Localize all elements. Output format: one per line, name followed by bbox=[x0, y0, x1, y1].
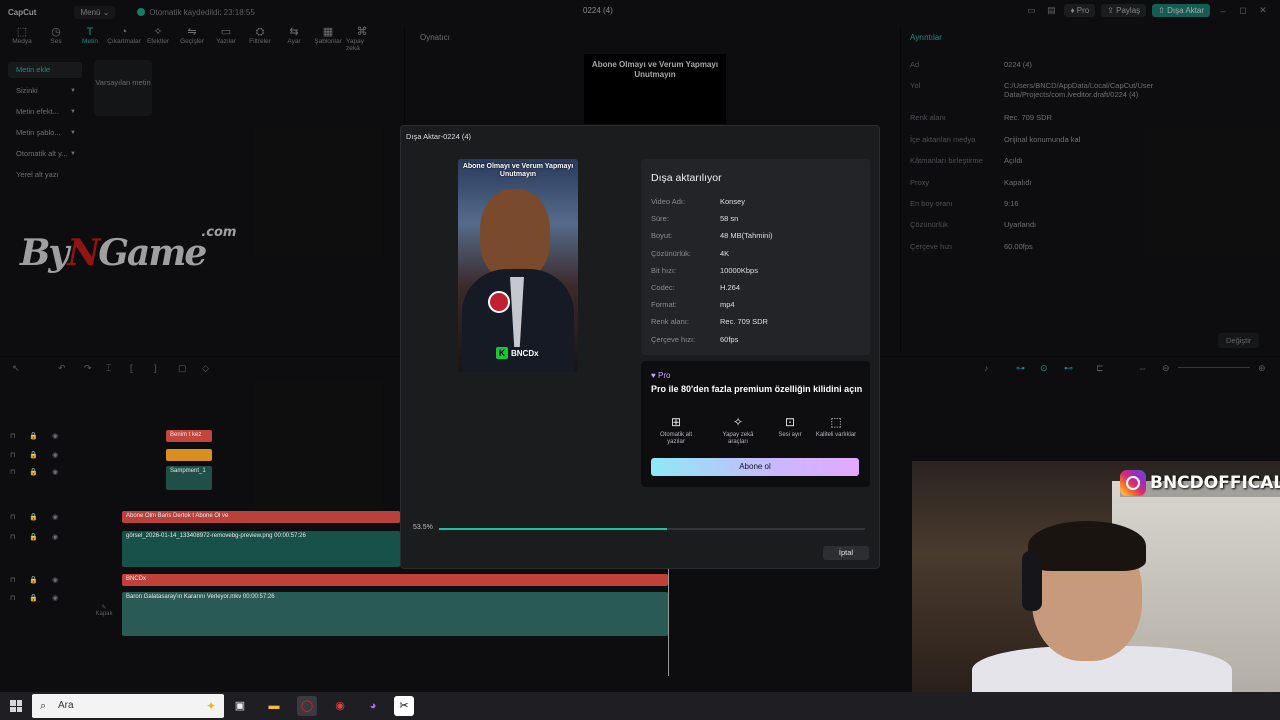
k-logo-icon: K bbox=[496, 347, 508, 359]
feature-label: Sesi ayır bbox=[778, 432, 802, 438]
info-row: Video Adı: Konsey bbox=[651, 197, 745, 206]
track-controls[interactable]: ⊓ 🔒 ◉ bbox=[10, 468, 64, 476]
info-value: mp4 bbox=[720, 300, 735, 310]
info-row: Format: mp4 bbox=[651, 300, 735, 309]
info-key: Çerçeve hızı: bbox=[651, 334, 696, 344]
feature-label: Yapay zekâ araçları bbox=[722, 432, 754, 445]
info-key: Süre: bbox=[651, 214, 669, 224]
windows-taskbar: ⌕ Ara ✦ ▣ ▬ ◯ ◉ ◕ ✂ bbox=[0, 692, 1280, 720]
subscribe-button[interactable]: Abone ol bbox=[651, 458, 859, 476]
instagram-name: BNCDOFFICAL bbox=[1150, 473, 1280, 493]
thumbnail-logo-text: BNCDx bbox=[511, 348, 539, 358]
webcam-person-hair bbox=[1028, 521, 1146, 571]
progress-bar bbox=[439, 528, 865, 530]
info-row: Bit hızı: 10000Kbps bbox=[651, 266, 758, 275]
track-controls[interactable]: ⊓ 🔒 ◉ bbox=[10, 576, 64, 584]
info-row: Renk alanı: Rec. 709 SDR bbox=[651, 317, 768, 326]
thumbnail-caption: Abone Olmayı ve Verum Yapmayı Unutmayın bbox=[462, 163, 574, 178]
info-row: Süre: 58 sn bbox=[651, 214, 738, 223]
export-info-panel: Dışa aktarılıyor Video Adı: Konsey Süre: 58… bbox=[641, 159, 870, 355]
obs-icon[interactable]: ◉ bbox=[330, 696, 350, 716]
info-value: 58 sn bbox=[720, 214, 739, 224]
info-value: 60fps bbox=[720, 334, 739, 344]
windows-start-icon[interactable] bbox=[10, 700, 22, 712]
pro-feature: ⬚ Kaliteli varlıklar bbox=[811, 416, 861, 439]
instagram-icon bbox=[1120, 470, 1146, 496]
cancel-button[interactable]: İptal bbox=[823, 546, 869, 560]
exporting-heading: Dışa aktarılıyor bbox=[651, 172, 722, 184]
pro-feature: ⊡ Sesi ayır bbox=[765, 416, 815, 439]
info-value: 10000Kbps bbox=[720, 265, 758, 275]
timeline-clip[interactable]: Sampment_1 bbox=[166, 466, 212, 490]
pro-tag: ♥ Pro bbox=[651, 371, 671, 380]
info-key: Format: bbox=[651, 300, 677, 310]
export-dialog: Dışa Aktar-0224 (4) Abone Olmayı ve Veru… bbox=[400, 125, 880, 569]
pro-promo: ♥ Pro Pro ile 80'den fazla premium özell… bbox=[641, 361, 870, 487]
thumbnail-face bbox=[480, 189, 550, 279]
feature-label: Otomatik alt yazılar bbox=[659, 432, 692, 445]
info-row: Çözünürlük: 4K bbox=[651, 249, 729, 258]
track-controls[interactable]: ⊓ 🔒 ◉ bbox=[10, 533, 64, 541]
info-key: Video Adı: bbox=[651, 197, 686, 206]
info-value: 4K bbox=[720, 248, 730, 258]
webcam-overlay: BNCDOFFICAL bbox=[912, 461, 1280, 692]
pro-text: Pro ile 80'den fazla premium özelliğin k… bbox=[651, 384, 863, 394]
feature-icon: ⊞ bbox=[670, 415, 682, 429]
task-view-icon[interactable]: ▣ bbox=[230, 696, 250, 716]
thumbnail-logo: K BNCDx bbox=[496, 347, 539, 359]
info-key: Bit hızı: bbox=[651, 265, 677, 275]
info-key: Codec: bbox=[651, 283, 675, 292]
timeline-clip[interactable]: Baron Galatasaray'ın Kararını Verleyor.m… bbox=[122, 592, 668, 636]
pro-feature: ✧ Yapay zekâ araçları bbox=[713, 416, 763, 446]
timeline-clip[interactable]: Benim t kez bbox=[166, 430, 212, 442]
export-thumbnail: Abone Olmayı ve Verum Yapmayı Unutmayın … bbox=[458, 159, 578, 372]
dialog-title: Dışa Aktar-0224 (4) bbox=[406, 132, 472, 141]
capcut-icon[interactable]: ✂ bbox=[394, 696, 414, 716]
instagram-handle: BNCDOFFICAL bbox=[1120, 469, 1280, 497]
timeline-clip[interactable]: Abone Olm Baris Dertok t Abone Ol ve bbox=[122, 511, 400, 523]
info-key: Renk alanı: bbox=[651, 317, 689, 327]
headset bbox=[1022, 551, 1042, 611]
feature-icon: ✧ bbox=[732, 415, 744, 429]
feature-label: Kaliteli varlıklar bbox=[815, 432, 857, 438]
info-value: Konsey bbox=[720, 197, 746, 206]
sparkle-icon: ✦ bbox=[205, 699, 216, 713]
info-key: Boyut: bbox=[651, 231, 673, 241]
feature-icon: ⬚ bbox=[830, 415, 842, 429]
search-icon: ⌕ bbox=[40, 700, 47, 712]
track-controls[interactable]: ⊓ 🔒 ◉ bbox=[10, 451, 64, 459]
feature-icon: ⊡ bbox=[784, 415, 796, 429]
opera-icon[interactable]: ◯ bbox=[297, 696, 317, 716]
info-row: Boyut: 48 MB(Tahmini) bbox=[651, 231, 773, 240]
track-controls[interactable]: ⊓ 🔒 ◉ bbox=[10, 513, 64, 521]
progress-label: 53.5% bbox=[413, 524, 433, 531]
info-key: Çözünürlük: bbox=[651, 248, 692, 258]
search-placeholder: Ara bbox=[58, 700, 74, 711]
pro-feature: ⊞ Otomatik alt yazılar bbox=[651, 416, 701, 446]
taskbar-search[interactable]: ⌕ Ara ✦ bbox=[32, 694, 224, 718]
info-value: Rec. 709 SDR bbox=[720, 317, 768, 327]
progress-fill bbox=[439, 528, 667, 530]
info-row: Çerçeve hızı: 60fps bbox=[651, 335, 738, 344]
discord-icon[interactable]: ◕ bbox=[363, 696, 383, 716]
info-row: Codec: H.264 bbox=[651, 283, 740, 292]
timeline-clip[interactable]: BNCDx bbox=[122, 574, 668, 586]
track-controls[interactable]: ⊓ 🔒 ◉ bbox=[10, 432, 64, 440]
track-controls[interactable]: ⊓ 🔒 ◉ bbox=[10, 594, 64, 602]
file-explorer-icon[interactable]: ▬ bbox=[264, 696, 284, 716]
timeline-clip[interactable]: görsel_2026-01-14_133408972-removebg-pre… bbox=[122, 531, 400, 567]
info-value: 48 MB(Tahmini) bbox=[720, 231, 773, 241]
info-value: H.264 bbox=[720, 283, 741, 292]
pro-tag-label: Pro bbox=[657, 371, 671, 380]
club-badge-icon bbox=[488, 291, 510, 313]
timeline-clip[interactable] bbox=[166, 449, 212, 461]
